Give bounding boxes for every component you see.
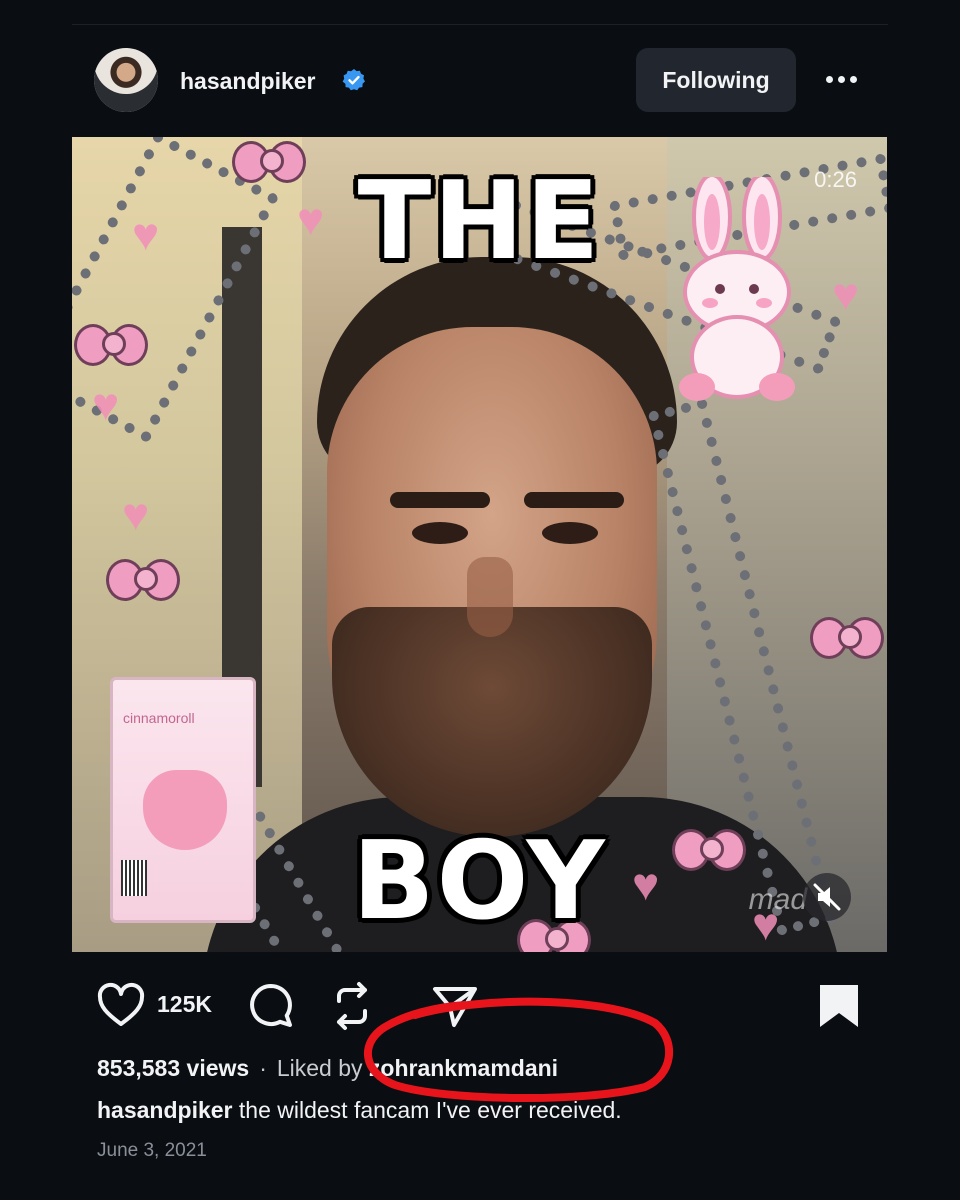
share-icon[interactable] — [430, 981, 480, 1031]
caption-username[interactable]: hasandpiker — [97, 1097, 233, 1123]
view-count: 853,583 views — [97, 1055, 250, 1081]
heart-decoration: ♥ — [92, 378, 120, 430]
pink-bow-decoration — [106, 557, 180, 601]
top-divider — [72, 24, 888, 25]
comment-icon[interactable] — [246, 981, 296, 1031]
speaker-muted-icon — [813, 883, 841, 911]
right-eye — [542, 522, 598, 544]
verified-badge-icon — [342, 69, 365, 91]
person-nose — [467, 557, 513, 637]
following-button[interactable]: Following — [636, 48, 796, 112]
author-username[interactable]: hasandpiker — [180, 68, 316, 95]
liked-by-user[interactable]: zohrankmamdani — [369, 1055, 558, 1081]
separator-dot: · — [259, 1055, 267, 1081]
like-count[interactable]: 125K — [157, 991, 212, 1018]
action-bar: 125K — [72, 975, 888, 1031]
post-header: hasandpiker Following — [72, 46, 888, 116]
more-options-icon[interactable] — [824, 70, 860, 90]
heart-icon[interactable] — [96, 981, 146, 1031]
right-eyebrow — [524, 492, 624, 508]
post-date: June 3, 2021 — [97, 1140, 207, 1161]
pink-bow-decoration — [74, 322, 148, 366]
left-eyebrow — [390, 492, 490, 508]
video-caption-top: THE — [357, 159, 602, 284]
video-caption-bottom: BOY — [352, 819, 607, 944]
pink-bow-decoration — [810, 615, 884, 659]
carton-label: cinnamoroll — [123, 710, 195, 726]
video-watermark: mad — [748, 883, 807, 916]
left-eye — [412, 522, 468, 544]
video-duration: 0:26 — [814, 167, 857, 192]
repost-icon[interactable] — [327, 981, 377, 1031]
post-video[interactable]: ♥ ♥ ♥ ♥ ♥ ♥ ♥ cinnamoroll THE BOY 0:26 m… — [72, 137, 887, 952]
heart-decoration: ♥ — [122, 488, 150, 540]
liked-by-label: Liked by — [276, 1055, 363, 1081]
avatar[interactable] — [94, 48, 158, 112]
caption-text: the wildest fancam I've ever received. — [238, 1097, 622, 1123]
post-stats: 853,583 views · Liked by zohrankmamdani — [97, 1055, 558, 1082]
mute-toggle[interactable] — [803, 873, 851, 921]
bookmark-icon[interactable] — [814, 981, 864, 1031]
post-caption: hasandpiker the wildest fancam I've ever… — [97, 1097, 622, 1124]
